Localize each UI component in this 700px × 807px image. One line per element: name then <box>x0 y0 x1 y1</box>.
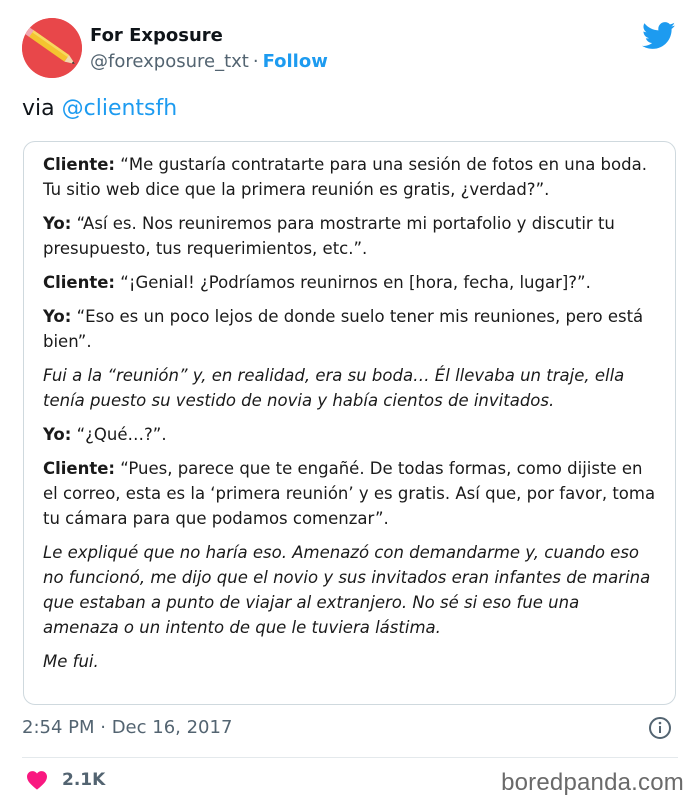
message-text: “Me gustaría contratarte para una sesión… <box>43 155 647 199</box>
like-button[interactable]: 2.1K <box>26 769 105 791</box>
via-prefix: via <box>22 96 55 121</box>
tweet-header: For Exposure @forexposure_txt · Follow <box>22 18 678 82</box>
message-line: Cliente: “Pues, parece que te engañé. De… <box>43 456 657 531</box>
message-text: “Así es. Nos reuniremos para mostrarte m… <box>43 214 615 258</box>
tweet-timestamp[interactable]: 2:54 PM · Dec 16, 2017 <box>22 717 232 738</box>
speaker-label: Yo: <box>43 214 72 233</box>
separator-dot: · <box>252 51 259 72</box>
mention-link[interactable]: @clientsfh <box>62 96 178 121</box>
message-text: “Pues, parece que te engañé. De todas fo… <box>43 459 656 528</box>
like-count: 2.1K <box>62 770 106 790</box>
pencil-icon <box>22 18 82 78</box>
heart-icon[interactable] <box>26 770 48 790</box>
divider <box>22 757 678 758</box>
follow-button[interactable]: Follow <box>263 51 328 72</box>
message-line: Cliente: “¡Genial! ¿Podríamos reunirnos … <box>43 270 657 295</box>
speaker-label: Cliente: <box>43 155 116 174</box>
message-text: “¡Genial! ¿Podríamos reunirnos en [hora,… <box>120 273 591 292</box>
watermark: boredpanda.com <box>501 769 684 796</box>
message-line: Yo: “Así es. Nos reuniremos para mostrar… <box>43 211 657 261</box>
narration-line: Le expliqué que no haría eso. Amenazó co… <box>43 543 651 637</box>
narration-line: Me fui. <box>43 652 99 671</box>
speaker-label: Yo: <box>43 425 72 444</box>
speaker-label: Cliente: <box>43 273 116 292</box>
tweet-text: via @clientsfh <box>22 96 177 121</box>
message-text: “Eso es un poco lejos de donde suelo ten… <box>43 307 644 351</box>
message-line: Cliente: “Me gustaría contratarte para u… <box>43 152 657 202</box>
author-name[interactable]: For Exposure <box>90 25 223 46</box>
message-line: Yo: “¿Qué…?”. <box>43 422 657 447</box>
info-icon[interactable] <box>648 716 672 740</box>
speaker-label: Yo: <box>43 307 72 326</box>
speaker-label: Cliente: <box>43 459 116 478</box>
author-handle-row: @forexposure_txt · Follow <box>90 51 328 72</box>
message-text: “¿Qué…?”. <box>76 425 167 444</box>
narration-line: Fui a la “reunión” y, en realidad, era s… <box>43 366 625 410</box>
twitter-bird-icon[interactable] <box>642 22 676 50</box>
conversation-card: Cliente: “Me gustaría contratarte para u… <box>23 141 676 705</box>
author-handle[interactable]: @forexposure_txt <box>90 51 249 72</box>
avatar[interactable] <box>22 18 82 78</box>
message-line: Yo: “Eso es un poco lejos de donde suelo… <box>43 304 657 354</box>
